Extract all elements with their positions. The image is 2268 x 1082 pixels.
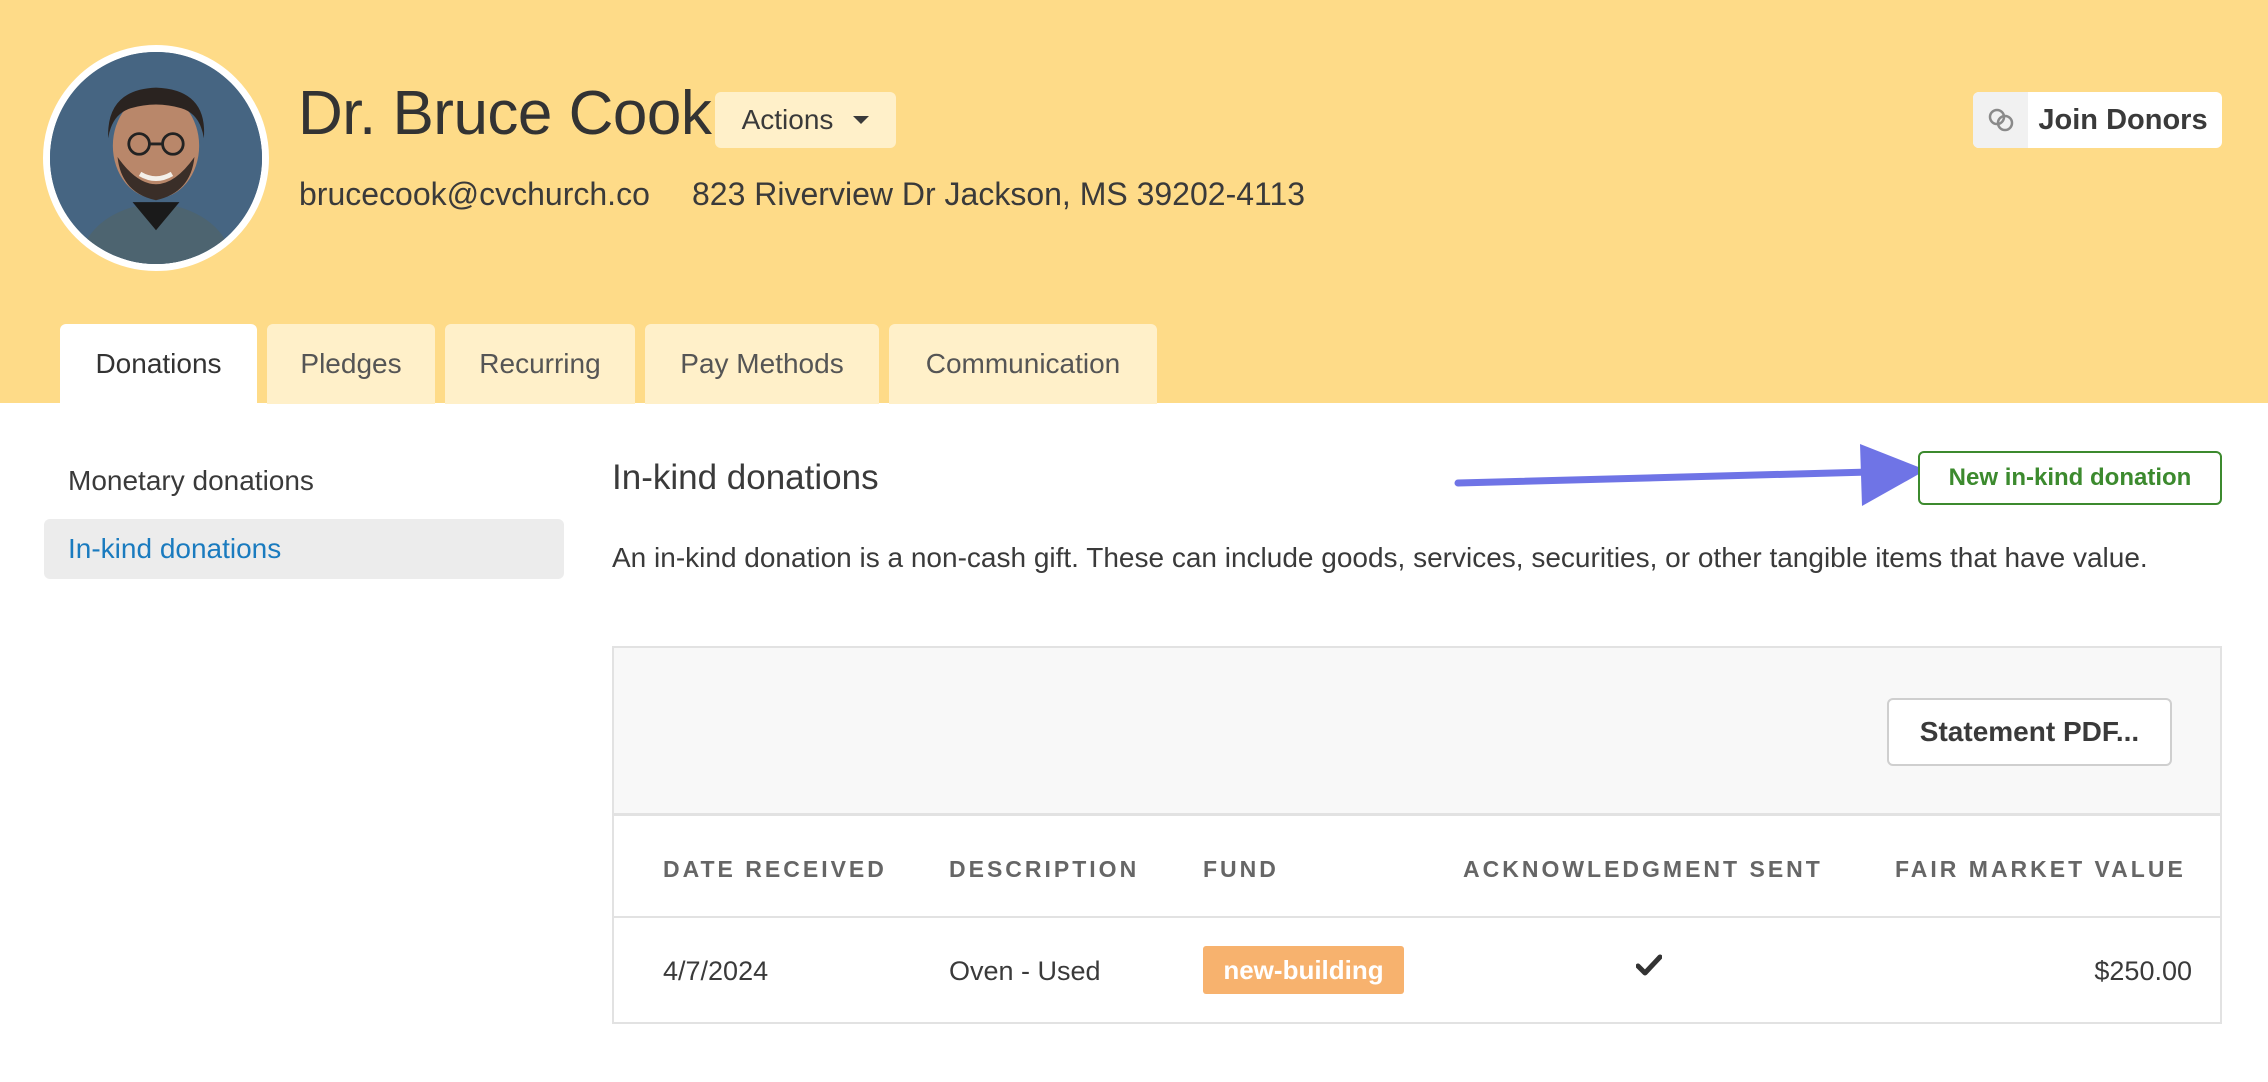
tab-communication[interactable]: Communication: [889, 324, 1157, 404]
column-header-date-received[interactable]: DATE RECEIVED: [663, 856, 887, 883]
caret-down-icon: [853, 116, 870, 124]
cell-description: Oven - Used: [949, 956, 1101, 986]
section-title: In-kind donations: [612, 458, 879, 497]
column-header-fund[interactable]: FUND: [1203, 856, 1279, 883]
column-header-description[interactable]: DESCRIPTION: [949, 856, 1139, 883]
sidebar-item-monetary-donations[interactable]: Monetary donations: [44, 451, 564, 511]
fund-badge: new-building: [1203, 946, 1404, 994]
donor-email: brucecook@cvchurch.co: [299, 176, 650, 212]
tab-recurring[interactable]: Recurring: [445, 324, 635, 404]
donor-address: 823 Riverview Dr Jackson, MS 39202-4113: [692, 176, 1306, 212]
annotation-arrow-icon: [1454, 444, 1926, 506]
cell-fair-market-value: $250.00: [2094, 956, 2192, 986]
donations-table-panel: Statement PDF... DATE RECEIVED DESCRIPTI…: [612, 646, 2222, 1024]
profile-header: Dr. Bruce Cook Actions brucecook@cvchurc…: [0, 0, 2268, 404]
tab-pledges[interactable]: Pledges: [267, 324, 435, 404]
new-in-kind-donation-button[interactable]: New in-kind donation: [1918, 451, 2222, 505]
actions-label: Actions: [741, 104, 834, 135]
tab-pay-methods[interactable]: Pay Methods: [645, 324, 879, 404]
donor-name: Dr. Bruce Cook: [298, 79, 712, 148]
avatar-image: [50, 52, 262, 264]
avatar: [43, 45, 269, 271]
section-description: An in-kind donation is a non-cash gift. …: [612, 542, 2148, 573]
join-donors-label: Join Donors: [2038, 103, 2208, 136]
cell-date-received: 4/7/2024: [663, 956, 769, 986]
tab-donations[interactable]: Donations: [60, 324, 257, 404]
join-donors-button[interactable]: Join Donors: [1973, 92, 2222, 148]
header-divider: [614, 916, 2220, 918]
table-toolbar: Statement PDF...: [614, 648, 2220, 816]
column-header-acknowledgment-sent[interactable]: ACKNOWLEDGMENT SENT: [1463, 856, 1823, 883]
checkmark-icon: [1636, 954, 1662, 976]
statement-pdf-button[interactable]: Statement PDF...: [1887, 698, 2172, 766]
link-icon: [1973, 92, 2028, 148]
sidebar-item-in-kind-donations[interactable]: In-kind donations: [44, 519, 564, 579]
actions-dropdown-button[interactable]: Actions: [715, 92, 896, 148]
column-header-fair-market-value[interactable]: FAIR MARKET VALUE: [1895, 856, 2186, 883]
